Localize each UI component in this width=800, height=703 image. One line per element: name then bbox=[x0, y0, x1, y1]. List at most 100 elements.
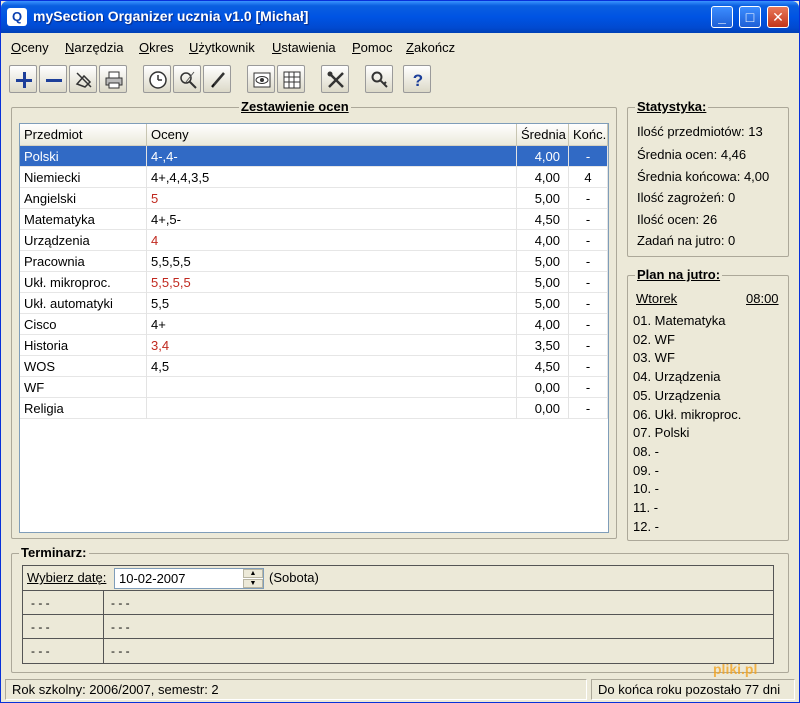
plan-lesson-item: 12. - bbox=[633, 518, 660, 534]
table-row[interactable]: WF 0,00- bbox=[20, 377, 608, 398]
window-title: mySection Organizer ucznia v1.0 [Michał] bbox=[33, 8, 309, 24]
key-icon bbox=[371, 71, 388, 88]
terminarz-row[interactable]: - - - - - - bbox=[23, 639, 773, 663]
menu-pomoc[interactable]: Pomoc bbox=[352, 40, 392, 55]
cell-average: 5,00 bbox=[517, 272, 569, 293]
svg-text:?: ? bbox=[413, 71, 423, 90]
plan-lesson-item: 08. - bbox=[633, 443, 660, 459]
table-row[interactable]: Ukł. mikroproc. 5,5,5,5 5,00- bbox=[20, 272, 608, 293]
cell-grades: 4+,4,4,3,5 bbox=[147, 167, 517, 188]
grades-table[interactable]: Przedmiot Oceny Średnia Końc. Polski 4-,4… bbox=[19, 123, 609, 533]
terminarz-table: - - - - - - - - - - - - - - - - - - bbox=[22, 590, 774, 664]
plan-lesson-item: 10. - bbox=[633, 481, 660, 497]
edit-button[interactable] bbox=[203, 65, 231, 93]
print-button[interactable] bbox=[99, 65, 127, 93]
date-spin-up-icon[interactable]: ▲ bbox=[243, 569, 263, 578]
plan-lesson-item: 01. Matematyka bbox=[633, 313, 726, 328]
status-school-year: Rok szkolny: 2006/2007, semestr: 2 bbox=[5, 679, 587, 700]
terminarz-cell-2: - - - bbox=[111, 620, 130, 634]
date-spin-down-icon[interactable]: ▼ bbox=[243, 579, 263, 588]
clock-button[interactable] bbox=[143, 65, 171, 93]
cell-subject: Ukł. automatyki bbox=[20, 293, 147, 314]
menu-uzytkownik[interactable]: Użytkownik bbox=[189, 40, 255, 55]
remove-button[interactable] bbox=[39, 65, 67, 93]
add-button[interactable] bbox=[9, 65, 37, 93]
plan-lesson-item: 11. - bbox=[633, 500, 659, 515]
menu-ustawienia[interactable]: Ustawienia bbox=[272, 40, 336, 55]
cell-average: 4,00 bbox=[517, 146, 569, 167]
plan-lesson-item: 09. - bbox=[633, 462, 660, 478]
cell-average: 4,00 bbox=[517, 230, 569, 251]
cell-final: - bbox=[569, 398, 608, 419]
terminarz-row[interactable]: - - - - - - bbox=[23, 591, 773, 615]
table-row[interactable]: Niemiecki 4+,4,4,3,5 4,00 4 bbox=[20, 167, 608, 188]
column-header-subject[interactable]: Przedmiot bbox=[20, 124, 147, 146]
table-button[interactable] bbox=[277, 65, 305, 93]
minimize-button[interactable]: _ bbox=[711, 6, 733, 28]
terminarz-cell-2: - - - bbox=[111, 644, 130, 658]
table-row[interactable]: Pracownia 5,5,5,5 5,00- bbox=[20, 251, 608, 272]
cell-final: - bbox=[569, 230, 608, 251]
column-header-average[interactable]: Średnia bbox=[517, 124, 569, 146]
tools-icon bbox=[327, 71, 344, 88]
cell-average: 0,00 bbox=[517, 398, 569, 419]
column-header-grades[interactable]: Oceny bbox=[147, 124, 517, 146]
watermark-logo: pliki.pl bbox=[713, 661, 758, 677]
menu-zakoncz[interactable]: Zakończ bbox=[406, 40, 455, 55]
clear-button[interactable] bbox=[69, 65, 97, 93]
table-row[interactable]: Historia 3,4 3,50- bbox=[20, 335, 608, 356]
column-header-final[interactable]: Końc. bbox=[569, 124, 608, 146]
menu-okres[interactable]: Okres bbox=[139, 40, 174, 55]
tools-button[interactable] bbox=[321, 65, 349, 93]
menu-narzedzia[interactable]: Narzędzia bbox=[65, 40, 124, 55]
stat-at-risk: Ilość zagrożeń: 0 bbox=[637, 190, 736, 205]
table-row[interactable]: Ukł. automatyki 5,5 5,00- bbox=[20, 293, 608, 314]
title-bar[interactable]: Q mySection Organizer ucznia v1.0 [Micha… bbox=[1, 1, 799, 33]
cell-grades: 5,5,5,5 bbox=[147, 251, 517, 272]
plan-day-link[interactable]: Wtorek bbox=[636, 291, 677, 306]
key-button[interactable] bbox=[365, 65, 393, 93]
column-divider bbox=[103, 639, 104, 663]
cell-final: - bbox=[569, 272, 608, 293]
cell-grades: 3,4 bbox=[147, 335, 517, 356]
terminarz-row[interactable]: - - - - - - bbox=[23, 615, 773, 639]
cell-subject: Cisco bbox=[20, 314, 147, 335]
search-edit-icon bbox=[180, 71, 197, 89]
help-icon: ? bbox=[413, 71, 423, 90]
maximize-button[interactable]: □ bbox=[739, 6, 761, 28]
view-button[interactable] bbox=[247, 65, 275, 93]
cell-final: 4 bbox=[569, 167, 608, 188]
table-row[interactable]: Cisco 4+ 4,00- bbox=[20, 314, 608, 335]
table-row[interactable]: Religia 0,00- bbox=[20, 398, 608, 419]
add-icon bbox=[16, 72, 32, 88]
stat-final-average: Średnia końcowa: 4,00 bbox=[637, 169, 770, 184]
column-divider bbox=[103, 591, 104, 615]
menu-oceny[interactable]: Oceny bbox=[11, 40, 49, 55]
cell-average: 4,00 bbox=[517, 314, 569, 335]
plan-title: Plan na jutro: bbox=[635, 267, 723, 282]
search-edit-button[interactable] bbox=[173, 65, 201, 93]
print-icon bbox=[105, 71, 123, 89]
cell-subject: Historia bbox=[20, 335, 147, 356]
toolbar: ? bbox=[5, 63, 795, 97]
cell-subject: Niemiecki bbox=[20, 167, 147, 188]
cell-final: - bbox=[569, 188, 608, 209]
clock-icon bbox=[149, 71, 167, 89]
plan-lesson-item: 06. Ukł. mikroproc. bbox=[633, 406, 742, 422]
table-row[interactable]: Matematyka 4+,5- 4,50- bbox=[20, 209, 608, 230]
remove-icon bbox=[46, 79, 62, 82]
app-icon[interactable]: Q bbox=[7, 8, 27, 26]
choose-date-link[interactable]: Wybierz datę: bbox=[27, 570, 106, 585]
table-row[interactable]: Urządzenia 4 4,00- bbox=[20, 230, 608, 251]
plan-time-link[interactable]: 08:00 bbox=[746, 291, 779, 306]
minimize-icon: _ bbox=[718, 9, 726, 25]
cell-average: 0,00 bbox=[517, 377, 569, 398]
table-row[interactable]: WOS 4,5 4,50- bbox=[20, 356, 608, 377]
stat-tasks-tomorrow: Zadań na jutro: 0 bbox=[637, 233, 736, 248]
cell-average: 4,50 bbox=[517, 356, 569, 377]
help-button[interactable]: ? bbox=[403, 65, 431, 93]
table-row[interactable]: Angielski 5 5,00- bbox=[20, 188, 608, 209]
date-picker[interactable]: 10-02-2007 ▲ ▼ bbox=[114, 568, 264, 589]
table-row[interactable]: Polski 4-,4- 4,00- bbox=[20, 146, 608, 167]
close-button[interactable]: ✕ bbox=[767, 6, 789, 28]
